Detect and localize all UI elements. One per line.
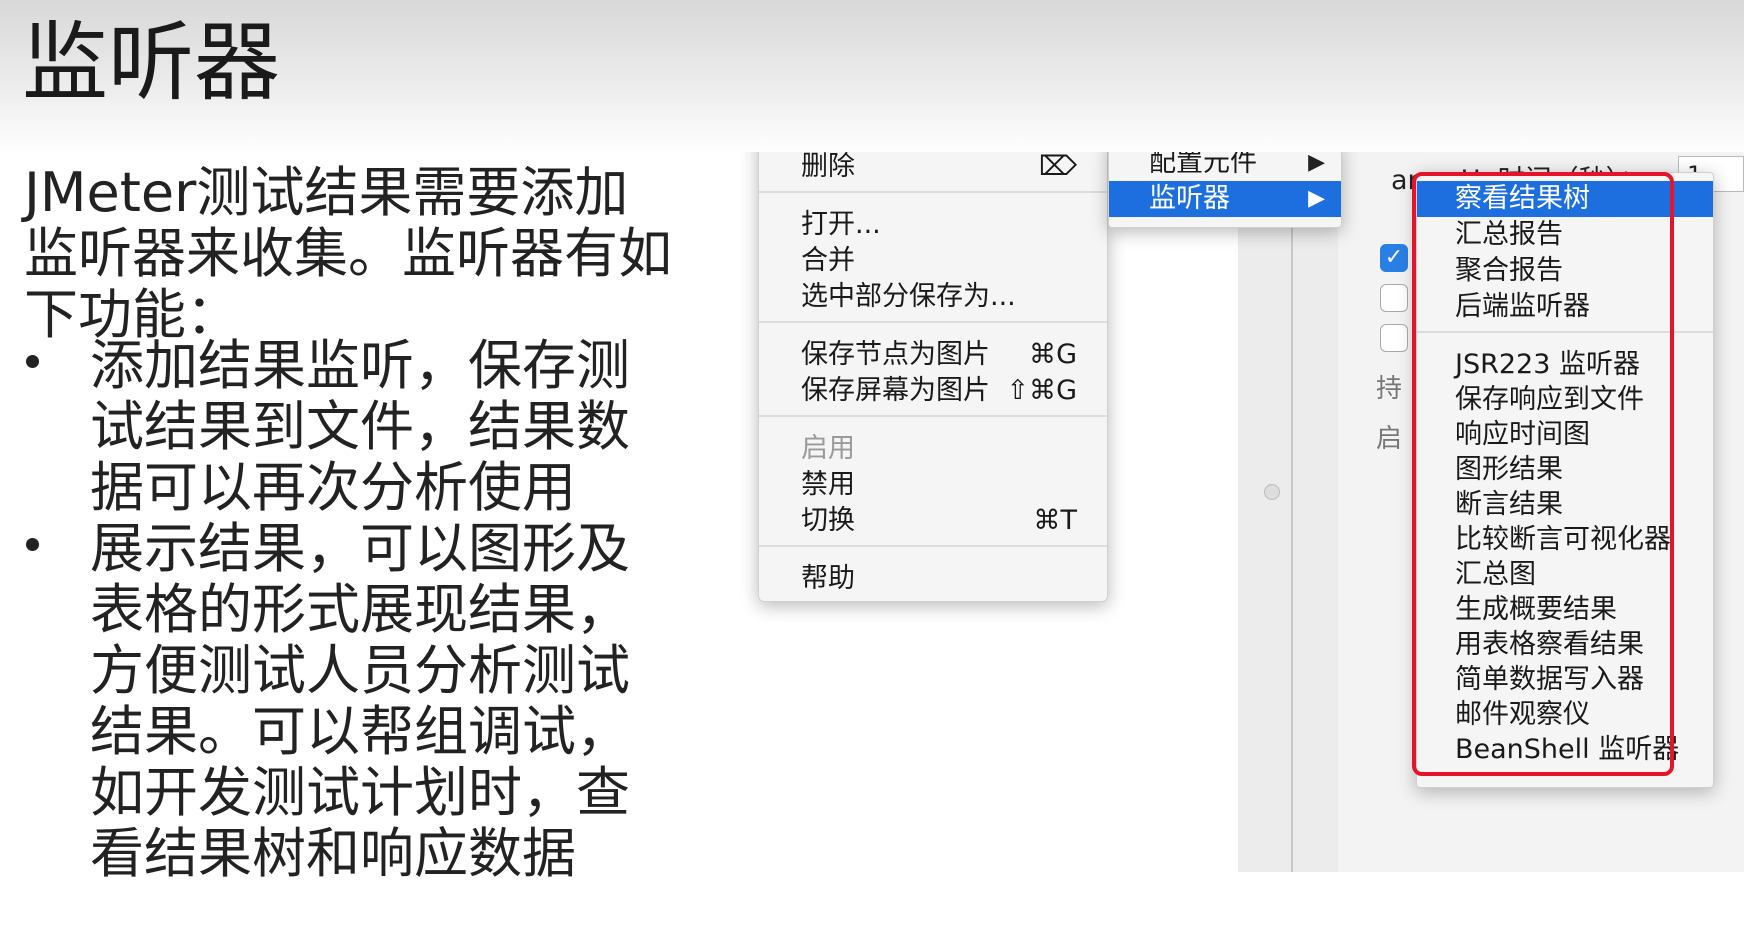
menu-item-disable[interactable]: 禁用 <box>759 467 1107 503</box>
menu-item-save-node-image[interactable]: 保存节点为图片 ⌘G <box>759 337 1107 373</box>
menu-separator <box>759 321 1107 323</box>
chevron-right-icon: ▶ <box>1308 152 1325 175</box>
menu-item-merge[interactable]: 合并 <box>759 243 1107 279</box>
context-menu: 删除 ⌦ 打开... 合并 选中部分保存为... 保存节点为图片 ⌘G 保存屏幕… <box>758 152 1108 602</box>
partial-label: 启 <box>1376 424 1403 454</box>
slide-title: 监听器 <box>22 13 280 113</box>
bullet-dot <box>26 355 39 368</box>
panel-divider[interactable] <box>1291 152 1293 872</box>
splitter-handle[interactable] <box>1264 484 1280 500</box>
menu-item-save-selection[interactable]: 选中部分保存为... <box>759 279 1107 315</box>
menu-item-config-element[interactable]: 配置元件 ▶ <box>1109 152 1341 181</box>
checkbox[interactable] <box>1380 324 1408 352</box>
menu-item-save-screen-image[interactable]: 保存屏幕为图片 ⇧⌘G <box>759 373 1107 409</box>
menu-item-delete[interactable]: 删除 ⌦ <box>759 152 1107 185</box>
menu-separator <box>759 545 1107 547</box>
intro-text: JMeter测试结果需要添加监听器来收集。监听器有如下功能： <box>24 161 672 346</box>
checkbox-checked[interactable]: ✓ <box>1380 244 1408 272</box>
menu-item-help[interactable]: 帮助 <box>759 561 1107 597</box>
jmeter-screenshot: amp-Up时间（秒）： 1 ✓ 持 启 删除 ⌦ 打开... 合并 选中部分保… <box>738 152 1744 872</box>
menu-item-open[interactable]: 打开... <box>759 207 1107 243</box>
checkbox[interactable] <box>1380 284 1408 312</box>
chevron-right-icon: ▶ <box>1308 186 1325 211</box>
menu-separator <box>759 415 1107 417</box>
menu-separator <box>759 191 1107 193</box>
partial-label: 持 <box>1376 374 1403 404</box>
menu-item-enable: 启用 <box>801 433 855 464</box>
menu-item-toggle[interactable]: 切换 ⌘T <box>759 503 1107 539</box>
highlight-box <box>1412 172 1674 776</box>
bullet-item: 展示结果，可以图形及表格的形式展现结果，方便测试人员分析测试结果。可以帮组调试，… <box>90 517 630 885</box>
bullet-dot <box>26 538 39 551</box>
add-submenu: 配置元件 ▶ 监听器 ▶ <box>1108 152 1342 228</box>
bullet-item: 添加结果监听，保存测试结果到文件，结果数据可以再次分析使用 <box>90 334 630 519</box>
delete-key-icon: ⌦ <box>1038 152 1077 182</box>
menu-item-listener[interactable]: 监听器 ▶ <box>1109 181 1341 217</box>
